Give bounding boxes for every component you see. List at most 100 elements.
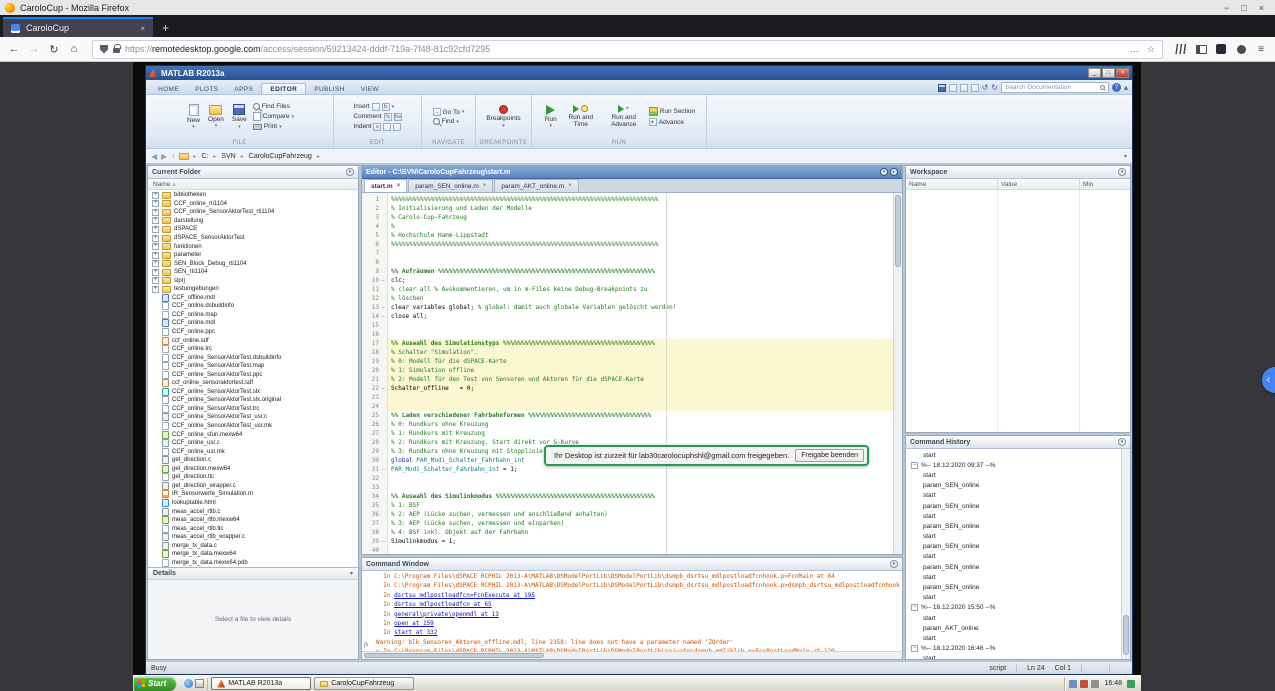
expander-icon[interactable]: + [152, 200, 159, 207]
indent-button[interactable]: Indent ≡ [353, 123, 401, 131]
collapse-icon[interactable]: − [911, 645, 918, 652]
tree-item-file[interactable]: CCF_online_SensorAktorTest_usr.c [148, 413, 358, 422]
find-files-button[interactable]: Find Files [253, 103, 294, 110]
editor-tab[interactable]: param_AKT_online.m× [494, 179, 578, 192]
lock-icon[interactable] [113, 48, 120, 53]
uncomment-icon[interactable]: %x [394, 113, 402, 121]
indent-right-icon[interactable] [393, 123, 401, 131]
tree-item-file[interactable]: CCF_online.mdl [148, 319, 358, 328]
ribbon-tab-plots[interactable]: PLOTS [187, 84, 226, 94]
history-item[interactable]: −%-- 18.12.2020 15:50 --% [906, 603, 1121, 613]
expander-icon[interactable]: + [152, 286, 159, 293]
tree-item-file[interactable]: CCF_online.ppc [148, 328, 358, 337]
tree-item-file[interactable]: meas_accel_rtlb.c [148, 507, 358, 516]
ribbon-tab-home[interactable]: HOME [150, 84, 187, 94]
history-item[interactable]: start [906, 572, 1121, 582]
history-item[interactable]: start [906, 491, 1121, 501]
tree-item-folder[interactable]: +testumgebungen [148, 285, 358, 294]
matlab-close-button[interactable]: × [1116, 68, 1129, 78]
tree-item-folder[interactable]: +SEN_Block_Debug_rti1104 [148, 259, 358, 268]
open-button[interactable]: Open▾ [206, 105, 226, 128]
run-button[interactable]: Run▾ [543, 105, 559, 128]
tree-item-file[interactable]: merge_tx_data.mexw64 [148, 550, 358, 559]
tree-item-file[interactable]: CCF_online_usr.mk [148, 447, 358, 456]
scrollbar-thumb[interactable] [895, 195, 901, 267]
reload-button[interactable]: ↻ [46, 43, 62, 56]
comment-button[interactable]: Comment % %x [353, 113, 401, 121]
tree-item-folder[interactable]: +dSPACE_SensorAktorTest [148, 234, 358, 243]
address-dropdown-icon[interactable]: ▾ [1124, 153, 1127, 160]
expander-icon[interactable]: + [152, 260, 159, 267]
matlab-minimize-button[interactable]: _ [1088, 68, 1101, 78]
minimize-button[interactable]: − [1224, 3, 1229, 13]
volume-tray-icon[interactable] [1091, 680, 1099, 688]
editor-tab-close-icon[interactable]: × [483, 183, 487, 189]
tree-item-file[interactable]: CCF_offline.mdl [148, 294, 358, 303]
maximize-button[interactable]: □ [1241, 3, 1246, 13]
name-column-header[interactable]: Name ▵ [148, 179, 358, 190]
history-item[interactable]: param_SEN_online [906, 481, 1121, 491]
tracking-shield-icon[interactable] [100, 45, 108, 54]
tree-item-folder[interactable]: +darstellung [148, 217, 358, 226]
dspace-tray-icon[interactable] [1080, 680, 1088, 688]
smart-indent-icon[interactable]: ≡ [373, 123, 381, 131]
workspace-column-min[interactable]: Min [1080, 179, 1130, 189]
tree-item-file[interactable]: get_direction_wrapper.c [148, 482, 358, 491]
expander-icon[interactable]: + [152, 209, 159, 216]
comment-icon[interactable]: % [384, 113, 392, 121]
history-item[interactable]: param_SEN_online [906, 562, 1121, 572]
command-window-menu-icon[interactable]: ▾ [890, 560, 898, 568]
back-button[interactable]: ← [6, 43, 22, 55]
expander-icon[interactable]: + [152, 192, 159, 199]
folder-back-icon[interactable]: ◀ [151, 152, 157, 161]
editor-tab[interactable]: start.m× [364, 179, 407, 192]
library-icon[interactable] [1173, 42, 1189, 56]
tree-item-file[interactable]: CCF_online_SensorAktorTest.slx.original [148, 396, 358, 405]
code-area[interactable]: 12345678910−111213−14−1516171819202122−2… [362, 193, 902, 554]
run-section-button[interactable]: Run Section [649, 107, 695, 116]
qa-cut-icon[interactable] [949, 84, 957, 92]
ribbon-tab-view[interactable]: VIEW [353, 84, 387, 94]
url-bar[interactable]: https://remotedesktop.google.com/access/… [92, 40, 1163, 59]
command-window-hscrollbar[interactable] [362, 651, 902, 659]
history-item[interactable]: −%-- 18.12.2020 16:46 --% [906, 644, 1121, 654]
tree-item-file[interactable]: CCF_online_SensorAktorTest_usr.mk [148, 422, 358, 431]
ribbon-tab-publish[interactable]: PUBLISH [306, 84, 353, 94]
editor-tab-close-icon[interactable]: × [397, 183, 401, 189]
workspace-menu-icon[interactable]: ▾ [1118, 168, 1126, 176]
tree-item-folder[interactable]: +CCF_online_SensorAktorTest_rti1104 [148, 208, 358, 217]
history-item[interactable]: param_AKT_online [906, 623, 1121, 633]
tree-item-file[interactable]: IR_Sensorwerte_Simulation.m [148, 490, 358, 499]
history-item[interactable]: start [906, 633, 1121, 643]
tree-item-file[interactable]: merge_tx_data.c [148, 541, 358, 550]
insert-section-icon[interactable] [372, 103, 380, 111]
history-item[interactable]: param_SEN_online [906, 582, 1121, 592]
redo-icon[interactable]: ↻ [991, 84, 998, 92]
editor-scrollbar[interactable] [893, 193, 902, 554]
doc-search-input[interactable]: Search Documentation [1001, 82, 1109, 93]
workspace-body[interactable] [906, 190, 1130, 432]
qa-save-icon[interactable] [938, 84, 946, 92]
expander-icon[interactable]: + [152, 269, 159, 276]
page-actions-icon[interactable]: … [1130, 44, 1139, 55]
editor-code[interactable]: %%%%%%%%%%%%%%%%%%%%%%%%%%%%%%%%%%%%%%%%… [388, 193, 893, 554]
tree-item-file[interactable]: CCF_online.trc [148, 345, 358, 354]
stop-sharing-button[interactable]: Freigabe beenden [795, 449, 864, 462]
find-button[interactable]: Find▾ [433, 118, 465, 125]
ribbon-tab-editor[interactable]: EDITOR [261, 83, 306, 94]
tree-item-file[interactable]: ccf_online_sensoraktortest.sdf [148, 379, 358, 388]
insert-button[interactable]: Insert fx ▾ [353, 103, 401, 111]
panel-menu-icon[interactable]: ▾ [346, 168, 354, 176]
command-history-header[interactable]: Command History ▾ [906, 436, 1130, 449]
tree-item-file[interactable]: CCF_online_usr.c [148, 439, 358, 448]
browse-folder-icon[interactable] [179, 153, 189, 160]
history-item[interactable]: param_SEN_online [906, 521, 1121, 531]
help-icon[interactable]: ? [1112, 83, 1121, 92]
matlab-titlebar[interactable]: MATLAB R2013a _ □ × [146, 66, 1132, 80]
command-window-text[interactable]: fx In C:\Program Files\dSPACE RCPHIL 201… [362, 571, 902, 651]
home-button[interactable]: ⌂ [66, 43, 82, 55]
start-button[interactable]: Start [134, 677, 176, 691]
history-item[interactable]: start [906, 593, 1121, 603]
quick-launch-explorer-icon[interactable] [195, 679, 204, 688]
tree-item-file[interactable]: CCF_online.map [148, 311, 358, 320]
